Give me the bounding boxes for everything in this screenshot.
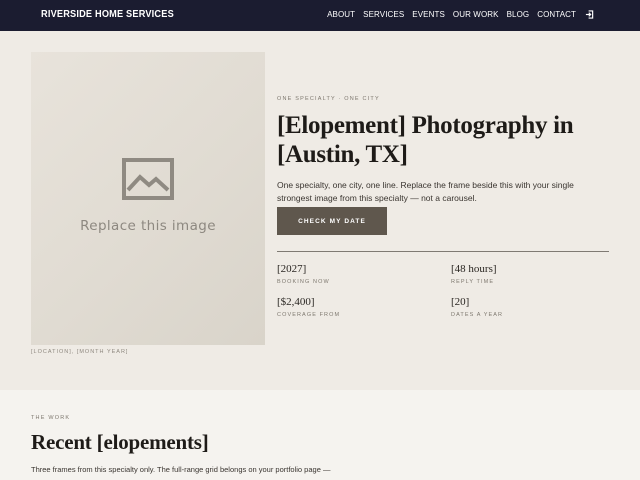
stat-value: [2027] [277, 263, 307, 275]
hero-section: Replace this image [LOCATION], [MONTH YE… [0, 31, 640, 390]
stat-label: BOOKING NOW [277, 279, 330, 285]
stat-label: REPLY TIME [451, 279, 495, 285]
image-credit: [LOCATION], [MONTH YEAR] [31, 349, 129, 355]
image-placeholder-caption: Replace this image [80, 218, 216, 234]
brand-logo[interactable]: RIVERSIDE HOME SERVICES [41, 9, 174, 20]
stat-value: [20] [451, 296, 470, 308]
nav-item-events[interactable]: EVENTS [412, 10, 445, 19]
stat-reply-time: [48 hours] REPLY TIME [451, 263, 497, 285]
stat-booking: [2027] BOOKING NOW [277, 263, 330, 285]
stat-label: DATES A YEAR [451, 312, 504, 318]
stat-coverage: [$2,400] COVERAGE FROM [277, 296, 340, 318]
nav-item-contact[interactable]: CONTACT [537, 10, 576, 19]
nav-item-blog[interactable]: BLOG [507, 10, 530, 19]
top-nav: RIVERSIDE HOME SERVICES ABOUT SERVICES E… [0, 0, 640, 31]
image-placeholder-icon [122, 158, 174, 200]
work-title: Recent [elopements] [31, 430, 209, 454]
work-description: Three frames from this specialty only. T… [31, 465, 331, 474]
divider [277, 251, 609, 252]
check-my-date-button[interactable]: CHECK MY DATE [277, 207, 387, 235]
work-eyebrow: THE WORK [31, 415, 71, 421]
hero-headline: [Elopement] Photography in [Austin, TX] [277, 112, 574, 168]
stat-value: [48 hours] [451, 263, 497, 275]
sign-in-icon[interactable] [585, 10, 594, 19]
main-menu: ABOUT SERVICES EVENTS OUR WORK BLOG CONT… [327, 10, 594, 19]
nav-item-our-work[interactable]: OUR WORK [453, 10, 499, 19]
hero-eyebrow: ONE SPECIALTY · ONE CITY [277, 96, 380, 102]
nav-item-about[interactable]: ABOUT [327, 10, 355, 19]
work-section: THE WORK Recent [elopements] Three frame… [0, 390, 640, 480]
stat-dates-per-year: [20] DATES A YEAR [451, 296, 503, 318]
hero-lede: One specialty, one city, one line. Repla… [277, 180, 574, 203]
stat-value: [$2,400] [277, 296, 315, 308]
stat-label: COVERAGE FROM [277, 312, 341, 318]
nav-item-services[interactable]: SERVICES [363, 10, 404, 19]
hero-image-placeholder: Replace this image [31, 52, 265, 345]
